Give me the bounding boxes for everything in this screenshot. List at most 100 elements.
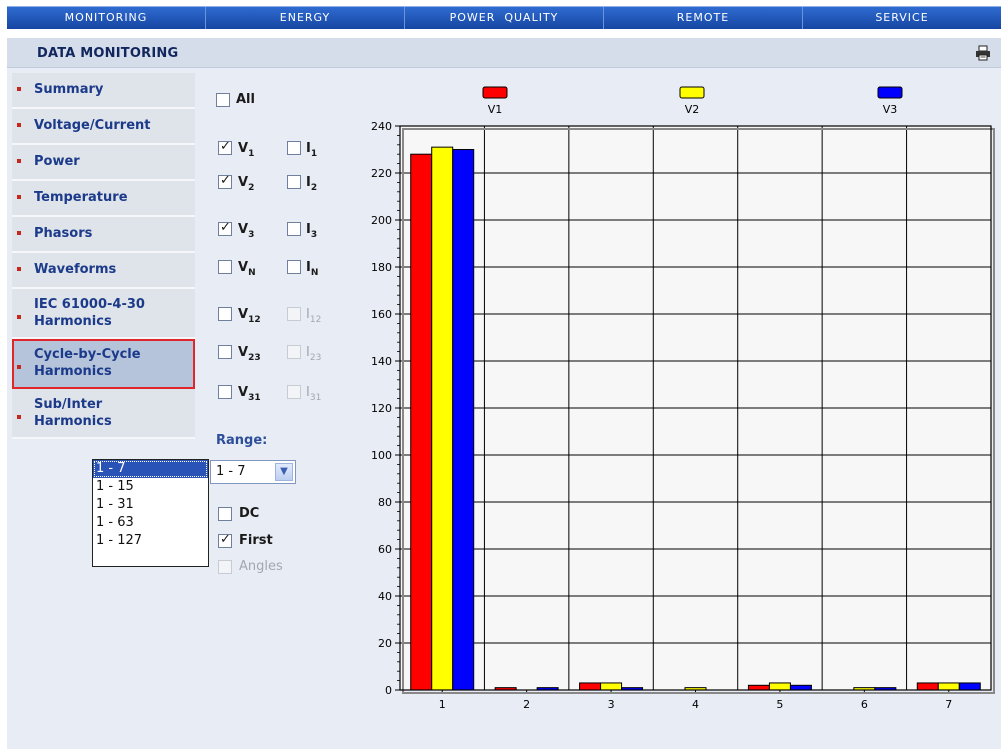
dc-label: DC [239,506,260,521]
v2-label: V2 [238,175,255,193]
bar-v1 [916,682,939,691]
legend-label: V2 [685,103,700,116]
x-tick-label: 7 [945,698,952,711]
sidebar-item-iec-harmonics[interactable]: IEC 61000-4-30 Harmonics [12,289,195,339]
legend-swatch-v1 [482,86,508,99]
bullet-icon [17,267,21,271]
y-tick-label: 180 [371,261,392,274]
bar-v2 [431,146,454,691]
v23-checkbox[interactable] [218,345,232,359]
v12-checkbox[interactable] [218,307,232,321]
v2-checkbox[interactable] [218,173,232,189]
tab-power-quality[interactable]: POWER QUALITY [405,7,604,29]
range-dropdown-list: 1 - 7 1 - 15 1 - 31 1 - 63 1 - 127 [92,459,209,567]
bar-v1 [747,684,770,691]
bullet-icon [17,123,21,127]
tab-service[interactable]: SERVICE [803,7,1001,29]
bar-v1 [579,682,602,691]
sidebar-item-voltage-current[interactable]: Voltage/Current [12,109,195,145]
page-title: DATA MONITORING [37,46,179,61]
v3-checkbox[interactable] [218,220,232,236]
angles-checkbox[interactable] [218,560,232,574]
v1-checkbox[interactable] [218,139,232,155]
bullet-icon [17,315,21,319]
i23-label: I23 [306,345,322,363]
sidebar-item-temperature[interactable]: Temperature [12,181,195,217]
bullet-icon [17,159,21,163]
sidebar-item-waveforms[interactable]: Waveforms [12,253,195,289]
sidebar-item-summary[interactable]: Summary [12,73,195,109]
y-tick-label: 240 [371,120,392,133]
y-tick-label: 40 [378,590,392,603]
tab-monitoring[interactable]: MONITORING [7,7,206,29]
y-tick-label: 160 [371,308,392,321]
y-tick-label: 120 [371,402,392,415]
legend-label: V1 [488,103,503,116]
x-tick-label: 5 [776,698,783,711]
sidebar-item-label: Temperature [34,190,128,205]
i1-label: I1 [306,141,318,159]
bar-v2 [937,682,960,691]
sidebar-item-label: Power [34,154,80,169]
i3-checkbox[interactable] [287,222,301,236]
in-checkbox[interactable] [287,260,301,274]
sidebar-item-power[interactable]: Power [12,145,195,181]
y-tick-label: 60 [378,543,392,556]
bullet-icon [17,231,21,235]
range-select[interactable]: 1 - 7 ▼ [210,460,296,484]
i31-label: I31 [306,385,322,403]
bar-v3 [789,684,812,691]
first-checkbox[interactable] [218,532,232,548]
dc-checkbox[interactable] [218,507,232,521]
sidebar-item-label: Phasors [34,226,93,241]
i1-checkbox[interactable] [287,141,301,155]
sidebar-item-cycle-harmonics[interactable]: Cycle-by-Cycle Harmonics [12,339,195,389]
x-tick-label: 6 [861,698,868,711]
y-tick-label: 140 [371,355,392,368]
x-tick-label: 4 [692,698,699,711]
vn-checkbox[interactable] [218,260,232,274]
range-option[interactable]: 1 - 63 [93,514,208,532]
sidebar-item-phasors[interactable]: Phasors [12,217,195,253]
range-option[interactable]: 1 - 31 [93,496,208,514]
chevron-down-icon[interactable]: ▼ [275,463,293,481]
bullet-icon [17,365,21,369]
bar-v2 [768,682,791,691]
all-checkbox[interactable] [216,93,230,107]
i2-label: I2 [306,175,318,193]
i2-checkbox[interactable] [287,175,301,189]
sidebar-item-label: Sub/Inter Harmonics [34,397,112,429]
i12-checkbox[interactable] [287,307,301,321]
harmonics-bar-chart: 0 20 40 60 80 100 120 140 160 180 200 220 240 1 2 3 4 5 6 7… [371,86,995,711]
range-option[interactable]: 1 - 127 [93,532,208,550]
tab-energy[interactable]: ENERGY [206,7,405,29]
x-tick-label: 3 [608,698,615,711]
tab-remote[interactable]: REMOTE [604,7,803,29]
bullet-icon [17,195,21,199]
printer-icon[interactable] [975,45,991,61]
sidebar-item-label: Voltage/Current [34,118,151,133]
vn-label: VN [238,260,256,278]
sidebar-item-label: Cycle-by-Cycle Harmonics [34,347,141,379]
i31-checkbox[interactable] [287,385,301,399]
y-tick-label: 80 [378,496,392,509]
legend-swatch-v2 [679,86,705,99]
i23-checkbox[interactable] [287,345,301,359]
v3-label: V3 [238,222,255,240]
bullet-icon [17,87,21,91]
y-tick-label: 20 [378,637,392,650]
bullet-icon [17,415,21,419]
range-option[interactable]: 1 - 7 [93,460,208,478]
bar-v3 [958,682,981,691]
legend-label: V3 [883,103,898,116]
sidebar-item-label: IEC 61000-4-30 Harmonics [34,297,145,329]
x-tick-label: 2 [523,698,530,711]
v31-checkbox[interactable] [218,385,232,399]
range-option[interactable]: 1 - 15 [93,478,208,496]
page-header: DATA MONITORING [7,38,1001,68]
v1-label: V1 [238,141,255,159]
bar-v1 [410,153,433,691]
sidebar-item-subinter-harmonics[interactable]: Sub/Inter Harmonics [12,389,195,439]
y-tick-label: 100 [371,449,392,462]
harmonics-chart: 0 20 40 60 80 100 120 140 160 180 200 220 240 1 2 3 4 5 6 7… [340,83,1000,723]
